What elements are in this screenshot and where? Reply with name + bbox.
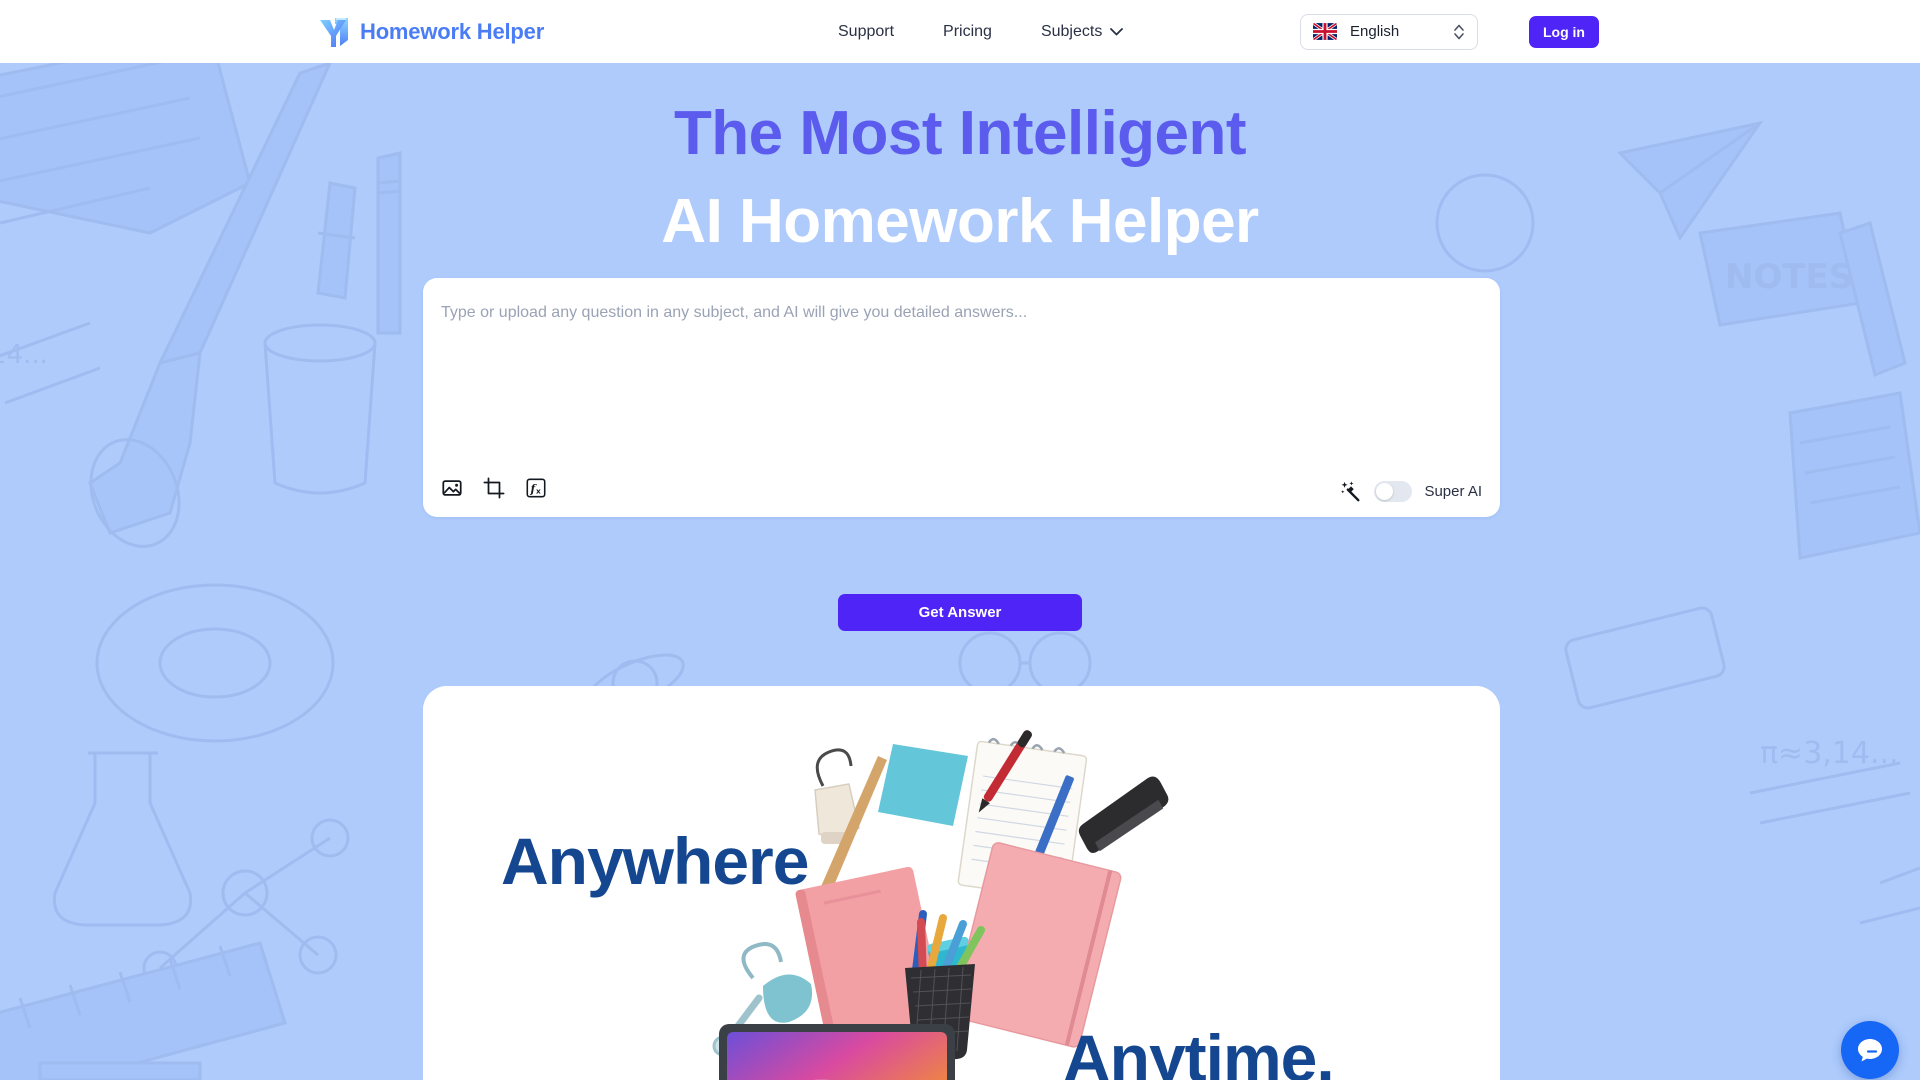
nav-link-pricing[interactable]: Pricing: [943, 23, 992, 41]
magic-wand-icon[interactable]: [1340, 480, 1362, 502]
promo-card: Anywhere Anytime.: [423, 686, 1500, 1080]
svg-text:NOTES: NOTES: [1725, 257, 1853, 297]
site-header: Homework Helper Support Pricing Subjects…: [0, 0, 1920, 63]
uk-flag-icon: [1313, 23, 1337, 40]
nav-link-support[interactable]: Support: [838, 23, 894, 41]
question-toolbar: f x: [441, 477, 547, 499]
chat-bubble-icon: [1858, 1039, 1882, 1062]
svg-text:x: x: [536, 487, 541, 496]
super-ai-control: Super AI: [1340, 480, 1482, 502]
svg-text:π≈3,14...: π≈3,14...: [1760, 736, 1899, 771]
question-input-card: f x Super AI: [423, 278, 1500, 517]
super-ai-toggle-knob: [1376, 482, 1394, 500]
login-button[interactable]: Log in: [1529, 15, 1599, 48]
hero-headline-line1: The Most Intelligent: [673, 99, 1247, 168]
brand-name: Homework Helper: [360, 18, 545, 44]
nav-link-support-label: Support: [838, 22, 895, 40]
promo-word-anytime: Anytime.: [1063, 1021, 1335, 1080]
nav-link-subjects[interactable]: Subjects: [1040, 22, 1124, 41]
svg-text:14...: 14...: [0, 340, 48, 370]
promo-word-anywhere: Anywhere: [501, 824, 809, 898]
question-input[interactable]: [441, 302, 1481, 442]
main-nav: Support Pricing Subjects: [838, 22, 1124, 41]
brand-logo-link[interactable]: Homework Helper: [319, 16, 544, 48]
chevron-down-icon: [1110, 27, 1124, 35]
language-label: English: [1350, 23, 1400, 40]
hero-headline: The Most Intelligent AI Homework Helper: [0, 103, 1920, 253]
crop-icon[interactable]: [483, 477, 505, 499]
chevron-up-down-icon: [1454, 24, 1464, 39]
chat-widget-button[interactable]: [1841, 1021, 1899, 1079]
get-answer-button[interactable]: Get Answer: [838, 594, 1082, 631]
bird-logo-icon: [320, 17, 348, 47]
hero-section: The Most Intelligent AI Homework Helper: [0, 63, 1920, 253]
image-upload-icon[interactable]: [441, 477, 463, 499]
language-selector[interactable]: English: [1300, 13, 1478, 50]
nav-link-subjects-label: Subjects: [1040, 22, 1103, 40]
promo-image: Anywhere Anytime.: [423, 686, 1500, 1080]
super-ai-toggle[interactable]: [1374, 480, 1413, 502]
super-ai-label: Super AI: [1424, 482, 1482, 500]
formula-icon[interactable]: f x: [525, 477, 547, 499]
hero-headline-line2: AI Homework Helper: [661, 187, 1259, 256]
nav-link-pricing-label: Pricing: [943, 22, 992, 40]
